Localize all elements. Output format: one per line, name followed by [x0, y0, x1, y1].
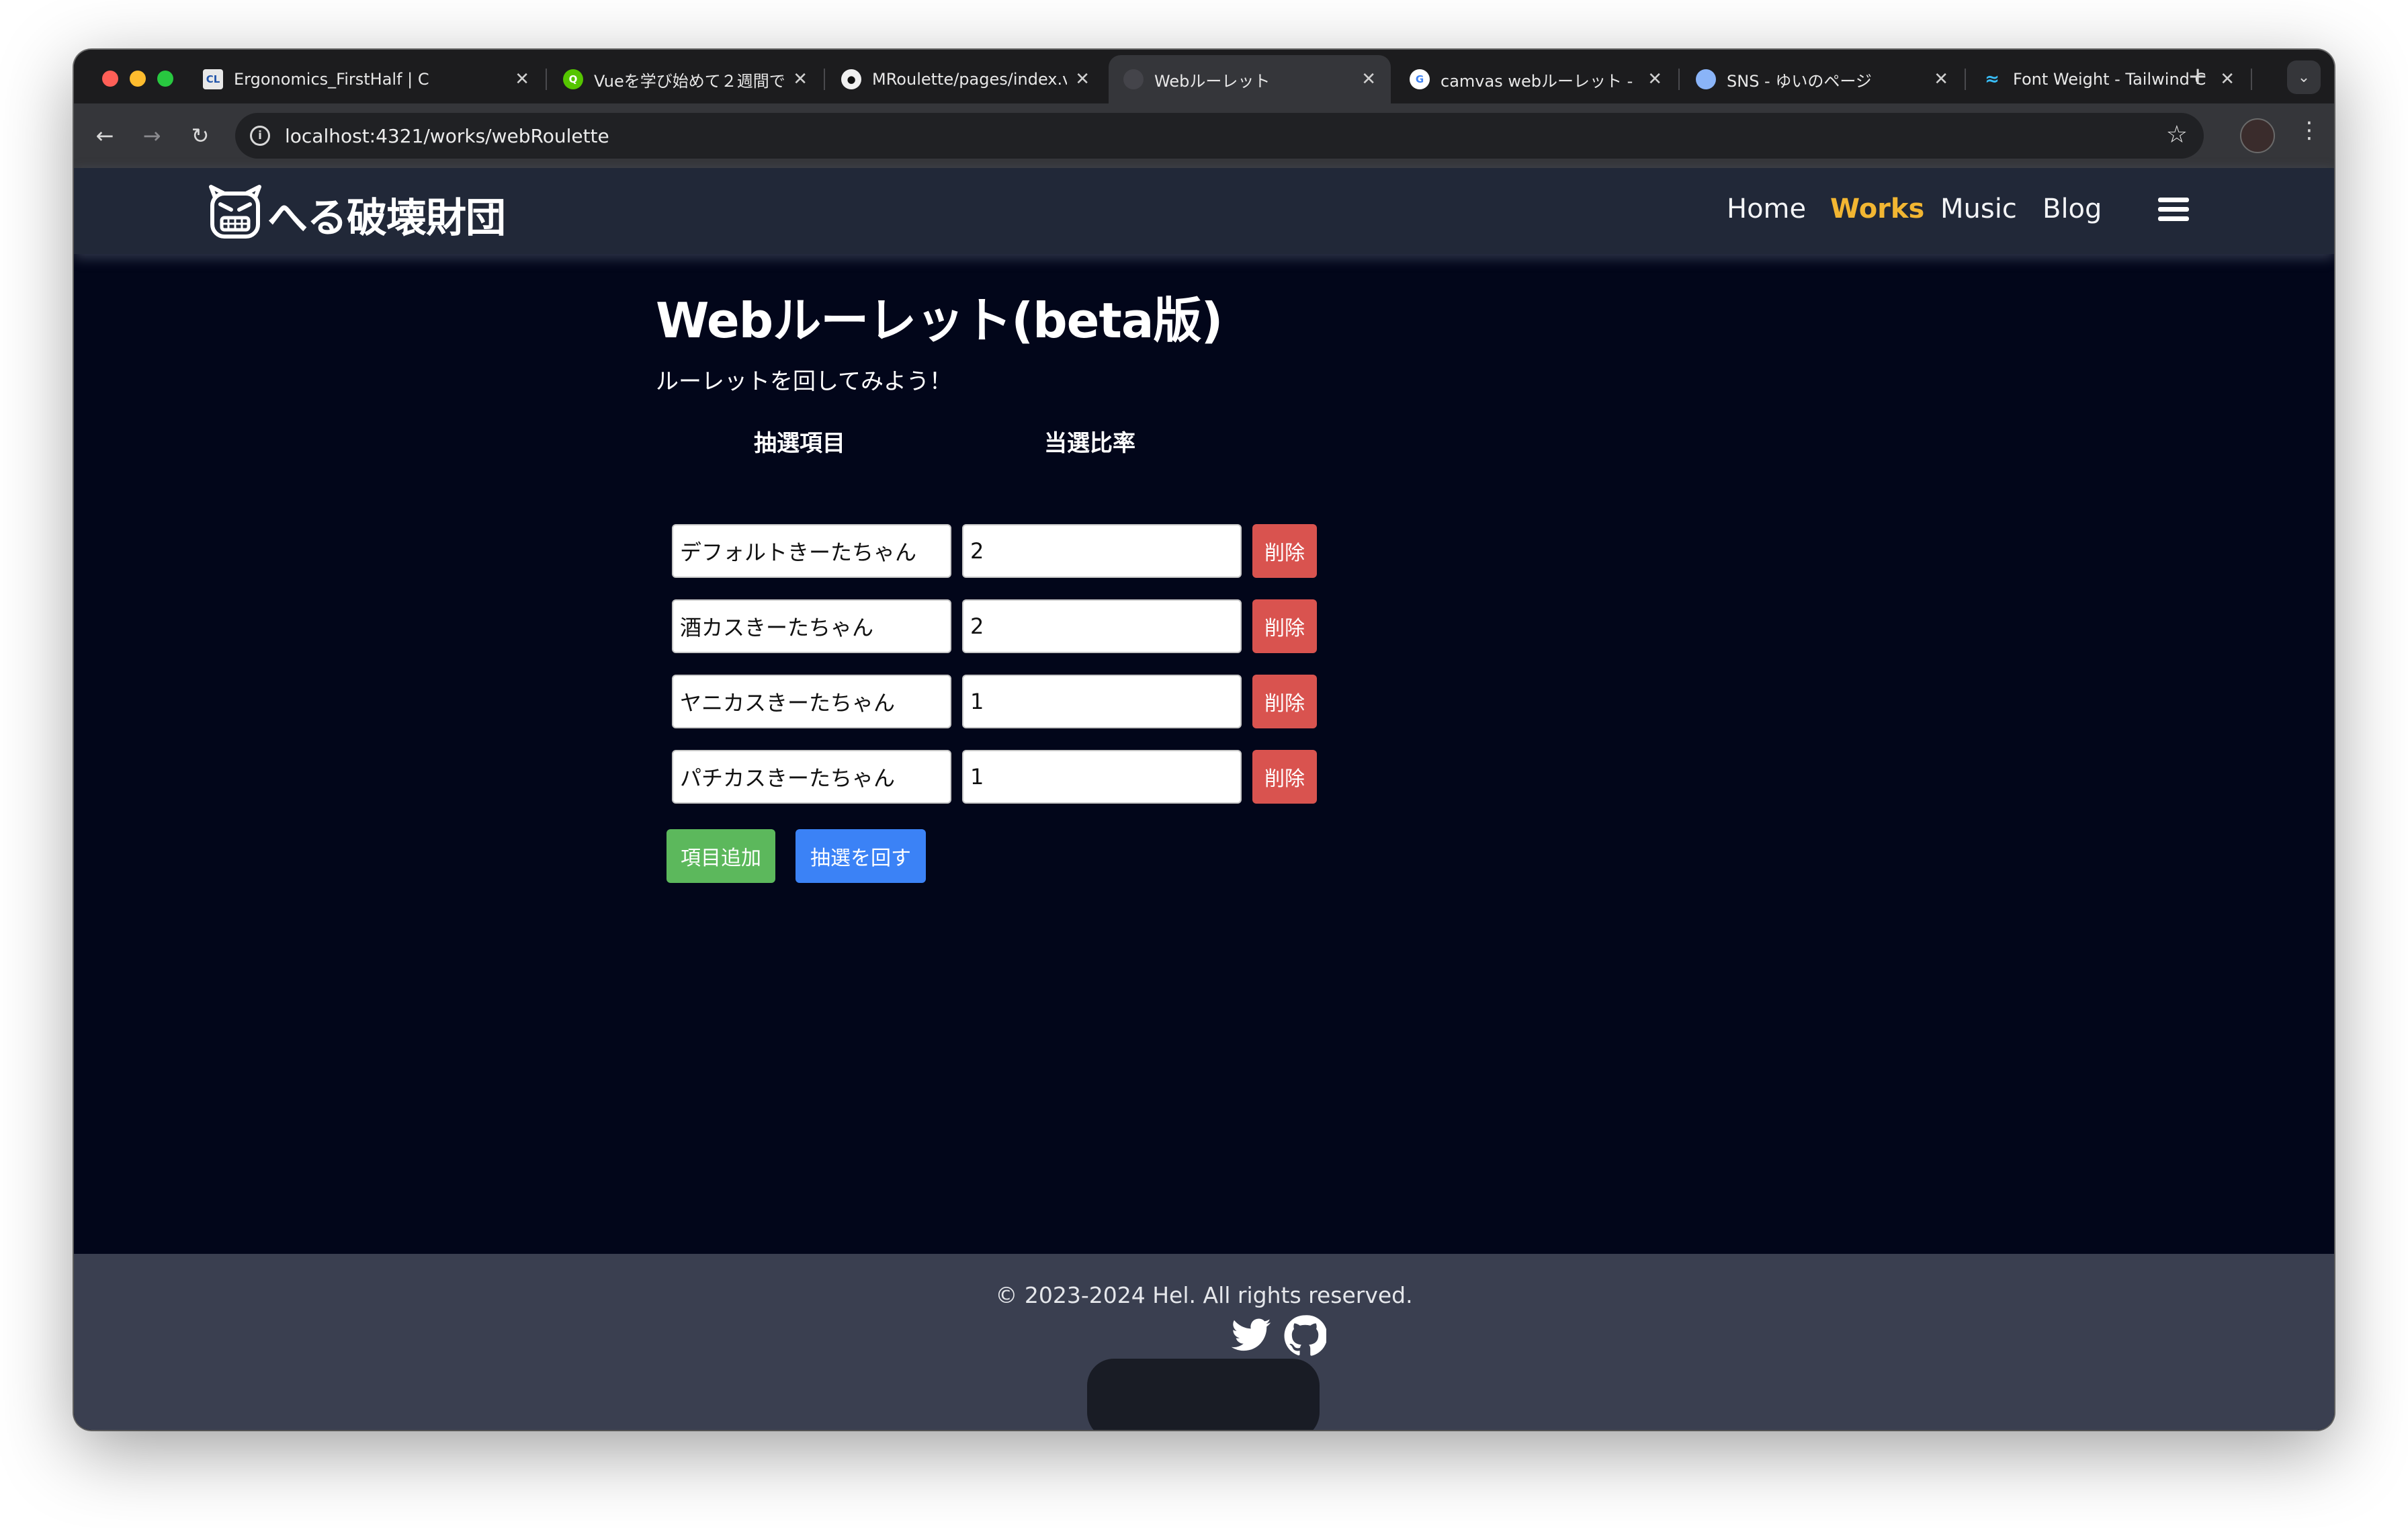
reload-icon[interactable]: ↻ — [184, 120, 216, 152]
forward-arrow-icon[interactable]: → — [136, 120, 168, 152]
google-favicon-icon: G — [1410, 69, 1430, 89]
cl-favicon-icon: CL — [203, 69, 223, 89]
browser-menu-icon[interactable]: ⋮ — [2298, 117, 2321, 144]
site-title[interactable]: へる破壊財団 — [267, 185, 506, 244]
item-name-input[interactable] — [672, 675, 951, 728]
tab-ergonomics[interactable]: CL Ergonomics_FirstHalf | C ✕ — [188, 55, 544, 103]
item-ratio-input[interactable] — [962, 524, 1242, 578]
back-arrow-icon[interactable]: ← — [89, 120, 121, 152]
item-ratio-input[interactable] — [962, 599, 1242, 653]
site-navbar: へる破壊財団 Home Works Music Blog — [74, 168, 2334, 254]
browser-window: CL Ergonomics_FirstHalf | C ✕ Q Vueを学び始め… — [74, 50, 2334, 1430]
delete-item-button[interactable]: 削除 — [1252, 750, 1317, 804]
dock-peek — [1087, 1359, 1320, 1430]
site-footer: © 2023-2024 Hel. All rights reserved. — [74, 1254, 2334, 1430]
close-tab-icon[interactable]: ✕ — [515, 69, 529, 89]
site-favicon-icon — [1123, 69, 1144, 89]
url-text[interactable]: localhost:4321/works/webRoulette — [285, 125, 609, 147]
profile-avatar[interactable] — [2240, 118, 2275, 153]
tab-title: Vueを学び始めて２週間で作 — [594, 71, 785, 91]
close-tab-icon[interactable]: ✕ — [1647, 69, 1662, 89]
github-favicon-icon: ● — [841, 69, 861, 89]
bookmark-star-icon[interactable]: ☆ — [2166, 121, 2188, 148]
page-subtitle: ルーレットを回してみよう！ — [656, 368, 952, 395]
tab-vue[interactable]: Q Vueを学び始めて２週間で作 ✕ — [548, 55, 822, 103]
spin-roulette-button[interactable]: 抽選を回す — [796, 829, 926, 883]
item-ratio-input[interactable] — [962, 750, 1242, 804]
tab-separator — [546, 69, 547, 90]
nav-works-link[interactable]: Works — [1830, 194, 1924, 224]
delete-item-button[interactable]: 削除 — [1252, 599, 1317, 653]
item-ratio-input[interactable] — [962, 675, 1242, 728]
address-bar[interactable]: i localhost:4321/works/webRoulette ☆ — [235, 113, 2204, 159]
tab-separator — [1965, 69, 1966, 90]
tab-separator — [824, 69, 825, 90]
column-header-ratio: 当選比率 — [1044, 430, 1135, 457]
close-tab-icon[interactable]: ✕ — [1075, 69, 1090, 89]
site-logo-icon[interactable] — [207, 184, 263, 241]
copyright-text: © 2023-2024 Hel. All rights reserved. — [995, 1282, 1413, 1308]
close-tab-icon[interactable]: ✕ — [1361, 69, 1376, 89]
add-item-button[interactable]: 項目追加 — [666, 829, 775, 883]
tab-sns[interactable]: SNS - ゆいのページ ✕ — [1681, 55, 1963, 103]
tab-title: Webルーレット — [1154, 71, 1271, 91]
delete-item-button[interactable]: 削除 — [1252, 675, 1317, 728]
tab-title: MRoulette/pages/index.v — [872, 70, 1068, 89]
delete-item-button[interactable]: 削除 — [1252, 524, 1317, 578]
tab-webroulette[interactable]: Webルーレット ✕ — [1109, 55, 1391, 103]
hamburger-menu-icon[interactable] — [2158, 198, 2189, 222]
tab-mroulette[interactable]: ● MRoulette/pages/index.v ✕ — [826, 55, 1105, 103]
tab-title: Font Weight - Tailwind C — [2013, 70, 2206, 89]
tab-camvas[interactable]: G camvas webルーレット - ✕ — [1395, 55, 1677, 103]
tab-separator — [1678, 69, 1680, 90]
item-name-input[interactable] — [672, 599, 951, 653]
site-info-icon[interactable]: i — [250, 126, 270, 146]
tab-title: camvas webルーレット - — [1440, 71, 1633, 91]
column-header-item: 抽選項目 — [754, 430, 845, 457]
twitter-icon[interactable] — [1230, 1314, 1273, 1357]
page-content: へる破壊財団 Home Works Music Blog Webルーレット(be… — [74, 168, 2334, 1430]
tab-strip: CL Ergonomics_FirstHalf | C ✕ Q Vueを学び始め… — [74, 50, 2334, 103]
globe-favicon-icon — [1696, 69, 1716, 89]
tab-title: Ergonomics_FirstHalf | C — [234, 70, 429, 89]
github-icon[interactable] — [1283, 1314, 1326, 1357]
item-name-input[interactable] — [672, 524, 951, 578]
qiita-favicon-icon: Q — [563, 69, 583, 89]
nav-home-link[interactable]: Home — [1727, 194, 1806, 224]
minimize-window-button[interactable] — [130, 71, 146, 87]
browser-toolbar: ← → ↻ i localhost:4321/works/webRoulette… — [74, 103, 2334, 168]
tab-title: SNS - ゆいのページ — [1727, 71, 1872, 91]
tab-search-button[interactable]: ⌄ — [2287, 60, 2321, 94]
nav-blog-link[interactable]: Blog — [2042, 194, 2102, 224]
new-tab-button[interactable]: + — [2188, 65, 2208, 89]
nav-music-link[interactable]: Music — [1940, 194, 2017, 224]
close-tab-icon[interactable]: ✕ — [793, 69, 808, 89]
item-name-input[interactable] — [672, 750, 951, 804]
page-title: Webルーレット(beta版) — [656, 292, 1223, 349]
maximize-window-button[interactable] — [157, 71, 173, 87]
close-window-button[interactable] — [102, 71, 118, 87]
close-tab-icon[interactable]: ✕ — [1934, 69, 1948, 89]
close-tab-icon[interactable]: ✕ — [2220, 69, 2235, 89]
tab-separator — [2251, 69, 2252, 90]
tailwind-favicon-icon: ≈ — [1985, 69, 2000, 89]
